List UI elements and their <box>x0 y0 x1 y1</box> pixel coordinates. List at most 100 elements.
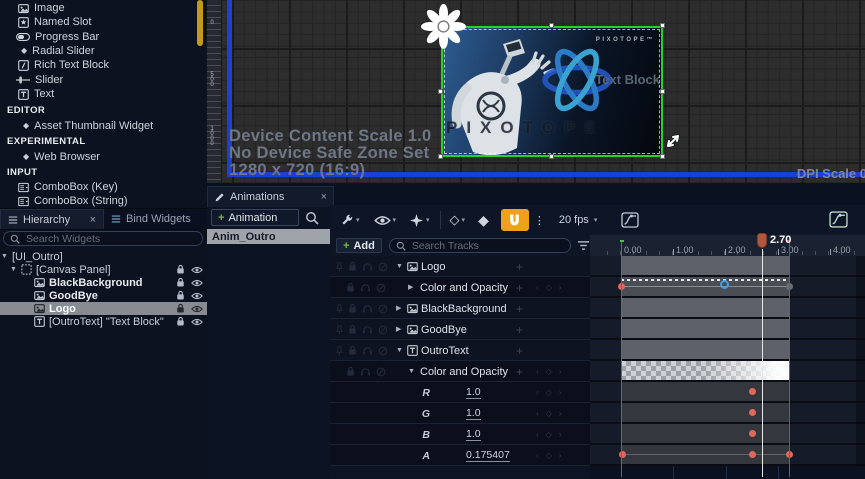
timeline-ruler[interactable]: 0.00 1.00 2.00 3.00 4.00 <box>590 235 865 257</box>
playback-start-line[interactable] <box>621 240 622 477</box>
chevron-down-icon[interactable]: ▼ <box>10 266 17 273</box>
keyframe[interactable] <box>749 388 756 395</box>
channel-value-field[interactable]: 1.0 <box>466 387 481 399</box>
solo-icon[interactable] <box>362 262 373 271</box>
chevron-down-icon[interactable]: ▼ <box>396 263 403 270</box>
track-section-bar[interactable] <box>621 256 789 275</box>
search-widgets-input[interactable] <box>24 232 196 246</box>
resize-handle-br[interactable] <box>660 154 665 159</box>
add-key-icon[interactable]: + <box>516 277 523 298</box>
prev-key-icon[interactable]: ‹ <box>536 388 539 397</box>
add-keyframe-icon[interactable]: ◇ <box>546 409 552 418</box>
chevron-down-icon[interactable]: ▼ <box>396 347 403 354</box>
next-key-icon[interactable]: › <box>559 409 562 418</box>
solo-icon[interactable] <box>360 283 371 292</box>
solo-icon[interactable] <box>362 325 373 334</box>
filter-icon[interactable] <box>577 240 590 251</box>
lock-icon[interactable] <box>176 303 185 314</box>
lane-outrotext[interactable] <box>590 340 865 361</box>
channel-value-field[interactable]: 1.0 <box>466 429 481 441</box>
pin-icon[interactable] <box>336 304 343 314</box>
next-key-icon[interactable]: › <box>559 283 562 292</box>
view-options-button[interactable]: ▾ <box>374 215 397 226</box>
palette-item-text[interactable]: Text <box>0 87 214 101</box>
palette-item-web-browser[interactable]: ◆Web Browser <box>0 150 219 164</box>
chevron-right-icon[interactable]: ▶ <box>396 326 401 333</box>
channel-row-a[interactable]: A 0.175407 ‹◇› <box>330 445 590 466</box>
snapping-options-icon[interactable]: ⋮ <box>534 214 545 227</box>
keying-options-button[interactable]: ▾ <box>409 213 430 228</box>
channel-value-field[interactable]: 1.0 <box>466 408 481 420</box>
playhead-marker[interactable] <box>757 233 767 248</box>
lock-icon[interactable] <box>346 282 355 293</box>
track-section-bar[interactable] <box>621 319 789 338</box>
close-icon[interactable]: × <box>321 191 327 203</box>
fps-dropdown[interactable]: 20 fps▾ <box>559 214 597 226</box>
palette-item-progress-bar[interactable]: Progress Bar <box>0 30 212 44</box>
lock-icon[interactable] <box>348 324 357 335</box>
add-keyframe-icon[interactable]: ◇ <box>546 283 552 292</box>
palette-item-combobox-string[interactable]: ComboBox (String) <box>0 194 214 208</box>
eye-icon[interactable] <box>191 266 203 274</box>
palette-item-named-slot[interactable]: Named Slot <box>0 15 214 29</box>
curve-editor-button[interactable] <box>621 212 639 228</box>
palette-scrollbar[interactable] <box>197 0 203 46</box>
resize-handle-lm[interactable] <box>438 89 443 94</box>
mute-icon[interactable] <box>376 367 386 377</box>
lane-logo[interactable] <box>590 256 865 277</box>
solo-icon[interactable] <box>362 304 373 313</box>
tree-row-canvas-panel[interactable]: ▼ [Canvas Panel] <box>0 263 207 276</box>
resize-handle-bm[interactable] <box>549 154 554 159</box>
tab-animations[interactable]: Animations × <box>207 186 334 207</box>
timeline-range-bar[interactable] <box>590 466 865 479</box>
add-keyframe-icon[interactable]: ◇ <box>546 430 552 439</box>
lane-logo-color-opacity[interactable] <box>590 277 865 298</box>
track-row-blackbackground[interactable]: ▶ BlackBackground + <box>330 298 590 319</box>
track-row-outrotext-color-opacity[interactable]: ▼ Color and Opacity + ‹◇› <box>330 361 590 382</box>
lock-icon[interactable] <box>176 290 185 301</box>
lane-channel-a[interactable] <box>590 445 865 466</box>
palette-section-input[interactable]: INPUT <box>0 165 203 179</box>
resize-handle-tm[interactable] <box>549 23 554 28</box>
search-tracks-input[interactable] <box>410 239 564 253</box>
add-keyframe-icon[interactable]: ◇ <box>546 367 552 376</box>
lock-icon[interactable] <box>348 261 357 272</box>
prev-key-icon[interactable]: ‹ <box>536 430 539 439</box>
prev-key-icon[interactable]: ‹ <box>536 451 539 460</box>
mute-icon[interactable] <box>376 283 386 293</box>
track-section-bar[interactable] <box>621 298 789 317</box>
prev-key-icon[interactable]: ‹ <box>536 409 539 418</box>
keyframe[interactable] <box>749 430 756 437</box>
chevron-right-icon[interactable]: ▶ <box>396 305 401 312</box>
mute-icon[interactable] <box>378 346 388 356</box>
track-row-goodbye[interactable]: ▶ GoodBye + <box>330 319 590 340</box>
resize-handle-bl[interactable] <box>438 154 443 159</box>
add-key-icon[interactable]: + <box>516 361 523 382</box>
palette-item-combobox-key[interactable]: ComboBox (Key) <box>0 180 214 194</box>
lock-icon[interactable] <box>176 316 185 327</box>
tree-row-outrotext[interactable]: [OutroText] "Text Block" <box>0 315 207 328</box>
lane-channel-r[interactable] <box>590 382 865 403</box>
eye-icon[interactable] <box>191 279 203 287</box>
channel-row-b[interactable]: B 1.0 ‹◇› <box>330 424 590 445</box>
lane-channel-b[interactable] <box>590 424 865 445</box>
add-section-icon[interactable]: + <box>516 298 523 319</box>
pin-icon[interactable] <box>336 262 343 272</box>
keyframe[interactable] <box>749 409 756 416</box>
playhead-line[interactable] <box>762 249 763 477</box>
hierarchy-search[interactable] <box>3 231 203 246</box>
pin-icon[interactable] <box>336 346 343 356</box>
resize-handle-tr[interactable] <box>660 23 665 28</box>
lane-channel-g[interactable] <box>590 403 865 424</box>
next-key-icon[interactable]: › <box>559 367 562 376</box>
track-row-logo[interactable]: ▼ Logo + <box>330 256 590 277</box>
curves-view-button[interactable] <box>829 211 848 228</box>
palette-item-image[interactable]: Image <box>0 1 214 15</box>
mute-icon[interactable] <box>378 325 388 335</box>
add-section-icon[interactable]: + <box>516 340 523 361</box>
lock-icon[interactable] <box>348 345 357 356</box>
chevron-down-icon[interactable]: ▼ <box>408 368 415 375</box>
channel-row-g[interactable]: G 1.0 ‹◇› <box>330 403 590 424</box>
timeline-scrollbar-gutter[interactable] <box>856 256 865 466</box>
tree-row-ui-outro[interactable]: ▼ [UI_Outro] <box>0 250 207 263</box>
